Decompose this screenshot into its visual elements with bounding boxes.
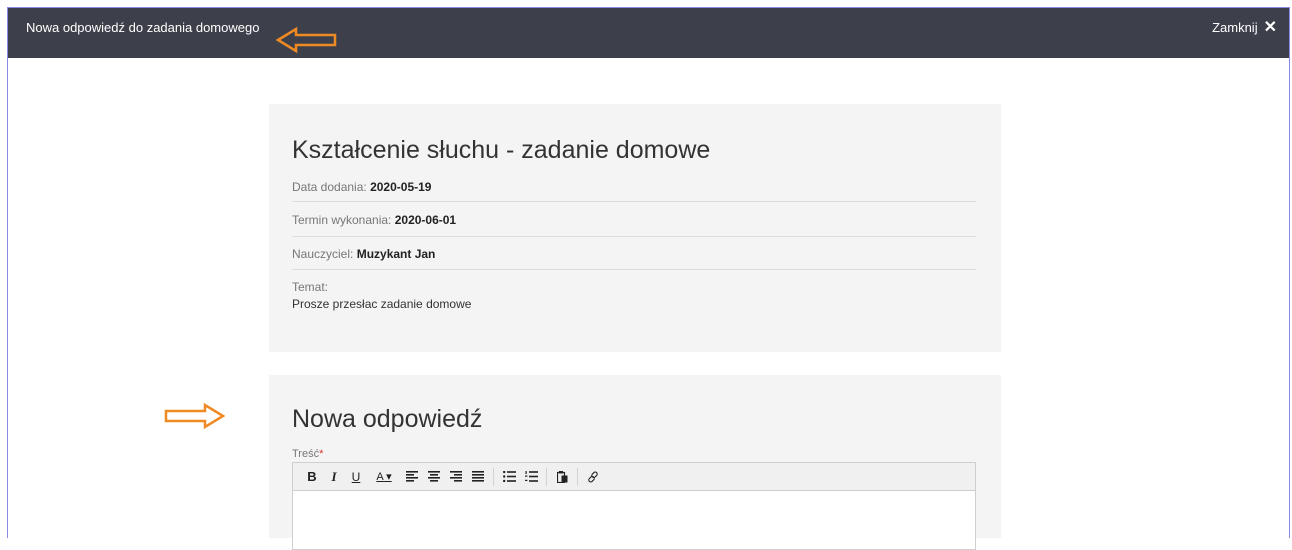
divider (292, 201, 976, 202)
bullet-list-icon (502, 471, 516, 482)
reply-card: Nowa odpowiedź Treść* B I U A ▾ (269, 375, 1001, 550)
reply-title: Nowa odpowiedź (292, 405, 483, 433)
due-date-value: 2020-06-01 (394, 213, 457, 227)
font-color-button[interactable]: A ▾ (367, 467, 401, 487)
align-left-button[interactable] (401, 467, 423, 487)
teacher-row: Nauczyciel: Muzykant Jan (292, 247, 976, 261)
teacher-label: Nauczyciel: (292, 247, 354, 261)
align-left-icon (406, 471, 418, 482)
bullet-list-button[interactable] (498, 467, 520, 487)
due-date-label: Termin wykonania: (292, 213, 392, 227)
link-button[interactable] (582, 467, 604, 487)
topic-value: Prosze przesłac zadanie domowe (292, 297, 472, 311)
content-label: Treść* (292, 448, 323, 460)
arrow-right-icon (164, 403, 225, 429)
toolbar-separator (546, 467, 547, 486)
dialog-title: Nowa odpowiedź do zadania domowego (26, 20, 260, 35)
date-added-value: 2020-05-19 (370, 180, 432, 194)
align-right-icon (450, 471, 462, 482)
paste-button[interactable] (551, 467, 573, 487)
divider (292, 236, 976, 237)
italic-button[interactable]: I (323, 467, 345, 487)
align-justify-button[interactable] (467, 467, 489, 487)
date-added-row: Data dodania: 2020-05-19 (292, 180, 976, 194)
top-bar: Nowa odpowiedź do zadania domowego Zamkn… (8, 8, 1289, 58)
close-label: Zamknij (1212, 20, 1258, 35)
underline-button[interactable]: U (345, 467, 367, 487)
close-button[interactable]: Zamknij ✕ (1212, 19, 1277, 36)
paste-icon (556, 470, 567, 483)
homework-card: Kształcenie słuchu - zadanie domowe Data… (269, 104, 1001, 352)
topic-label: Temat: (292, 280, 329, 294)
bold-button[interactable]: B (301, 467, 323, 487)
close-icon: ✕ (1263, 19, 1277, 36)
required-mark: * (319, 448, 324, 460)
toolbar-separator (493, 467, 494, 486)
content-label-text: Treść (292, 448, 320, 460)
arrow-left-icon (276, 27, 337, 53)
align-center-icon (428, 471, 440, 482)
homework-title: Kształcenie słuchu - zadanie domowe (292, 136, 711, 164)
divider (292, 269, 976, 270)
topic-row: Temat: Prosze przesłac zadanie domowe (292, 280, 976, 311)
numbered-list-icon (524, 471, 538, 482)
editor-toolbar: B I U A ▾ (292, 462, 976, 491)
align-center-button[interactable] (423, 467, 445, 487)
align-right-button[interactable] (445, 467, 467, 487)
date-added-label: Data dodania: (292, 180, 367, 194)
teacher-value: Muzykant Jan (356, 247, 436, 261)
align-justify-icon (472, 471, 484, 482)
link-icon (588, 471, 598, 482)
toolbar-separator (577, 467, 578, 486)
numbered-list-button[interactable] (520, 467, 542, 487)
content-editor[interactable] (292, 490, 976, 550)
due-date-row: Termin wykonania: 2020-06-01 (292, 213, 976, 227)
